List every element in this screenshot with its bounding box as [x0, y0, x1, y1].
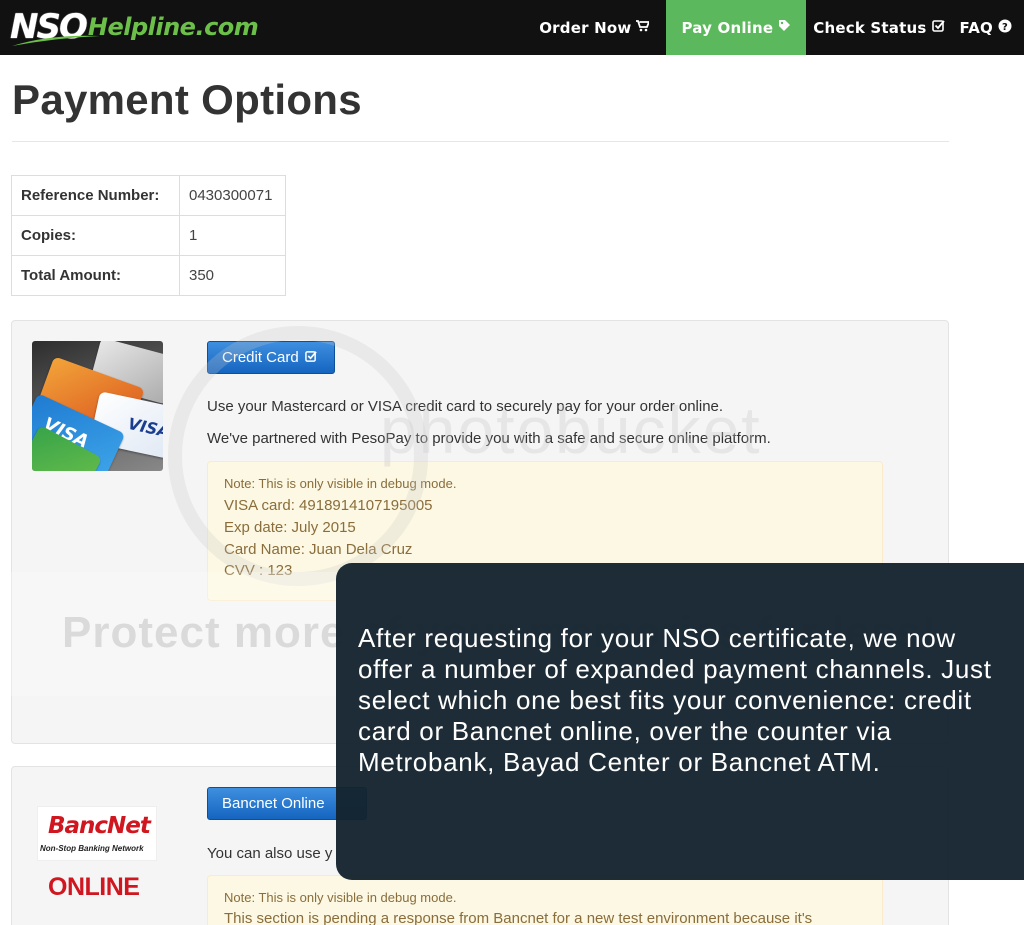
copies-value: 1 — [179, 215, 286, 256]
debug-info-box: Note: This is only visible in debug mode… — [207, 875, 883, 925]
total-amount-label: Total Amount: — [11, 255, 180, 296]
nav-faq-label: FAQ — [959, 18, 993, 37]
table-row: Copies: 1 — [11, 215, 286, 256]
table-row: Total Amount: 350 — [11, 255, 286, 296]
svg-text:?: ? — [1002, 22, 1008, 33]
bancnet-online-word: ONLINE — [48, 873, 140, 901]
credit-cards-image: VISA VISA — [32, 341, 163, 471]
nav-pay-online-label: Pay Online — [681, 18, 774, 37]
logo-helpline-text: Helpline.com — [87, 13, 259, 41]
bancnet-online-button-label: Bancnet Online — [222, 795, 325, 812]
question-circle-icon: ? — [998, 19, 1012, 37]
check-square-icon — [931, 19, 945, 36]
tag-icon — [778, 19, 791, 36]
copies-label: Copies: — [11, 215, 180, 256]
caption-text: After requesting for your NSO certificat… — [358, 623, 992, 777]
order-summary-table: Reference Number: 0430300071 Copies: 1 T… — [11, 175, 286, 296]
nav-check-status-label: Check Status — [813, 18, 927, 37]
bancnet-logo: BancNet Non-Stop Banking Network — [37, 806, 157, 861]
nav-pay-online[interactable]: Pay Online — [666, 0, 807, 55]
nav-faq[interactable]: FAQ ? — [952, 0, 1024, 55]
bancnet-logo-word: BancNet — [48, 813, 151, 839]
debug-note: Note: This is only visible in debug mode… — [224, 890, 457, 905]
nav-order-now[interactable]: Order Now — [523, 0, 666, 55]
table-row: Reference Number: 0430300071 — [11, 175, 286, 216]
title-divider — [12, 141, 949, 142]
bancnet-description: You can also use y — [207, 845, 333, 862]
nav-check-status[interactable]: Check Status — [806, 0, 951, 55]
main-nav: Order Now Pay Online Check Status FAQ ? — [523, 0, 1024, 55]
watermark-brand: photobucket — [380, 393, 762, 467]
caption-overlay: After requesting for your NSO certificat… — [336, 563, 1024, 880]
reference-number-label: Reference Number: — [11, 175, 180, 216]
reference-number-value: 0430300071 — [179, 175, 286, 216]
top-navbar: NSO Helpline.com Order Now Pay Online Ch… — [0, 0, 1024, 55]
shopping-cart-icon — [636, 19, 651, 36]
site-logo[interactable]: NSO Helpline.com — [10, 6, 259, 48]
nav-order-now-label: Order Now — [539, 18, 632, 37]
bancnet-logo-tagline: Non-Stop Banking Network — [40, 844, 144, 853]
page-title: Payment Options — [12, 76, 362, 123]
logo-swoosh-icon — [12, 35, 100, 46]
total-amount-value: 350 — [179, 255, 286, 296]
debug-bancnet-pending: This section is pending a response from … — [224, 910, 813, 925]
